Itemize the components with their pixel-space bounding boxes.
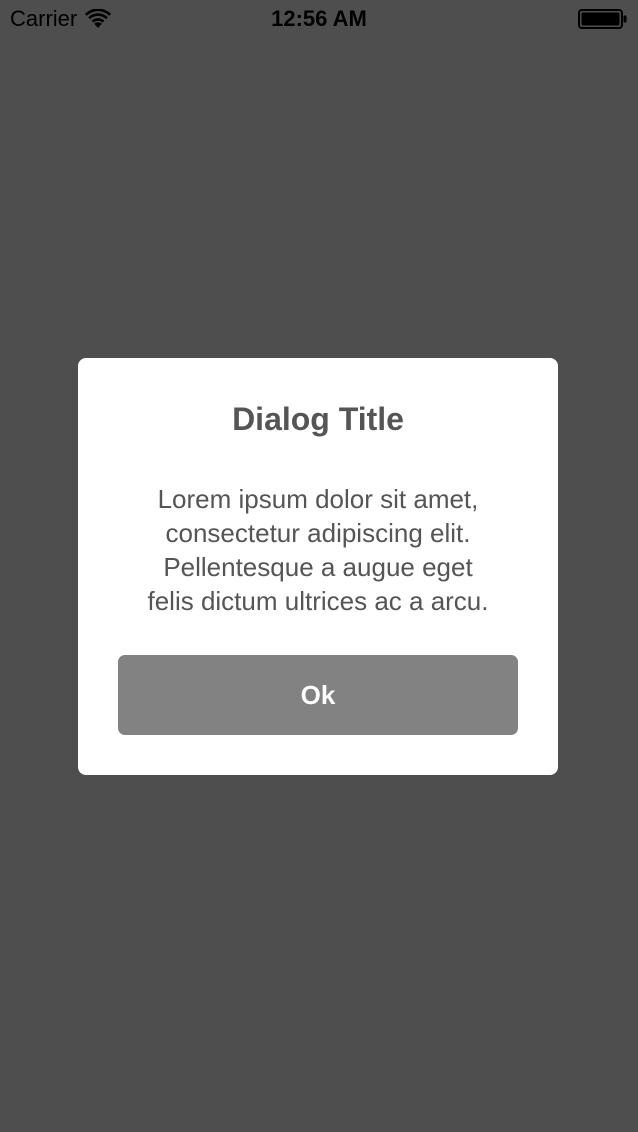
dialog-message-line: felis dictum ultrices ac a arcu. (147, 586, 489, 616)
status-time: 12:56 AM (271, 6, 367, 31)
dialog-message-line: consectetur adipiscing elit. (165, 518, 471, 548)
screen: Carrier 12:56 AM Dialog Title Lorem ipsu… (0, 0, 638, 1132)
status-bar: Carrier 12:56 AM (0, 0, 638, 40)
alert-dialog: Dialog Title Lorem ipsum dolor sit amet,… (78, 358, 558, 775)
battery-full-icon (578, 9, 628, 29)
dialog-message-line: Pellentesque a augue eget (163, 552, 473, 582)
dialog-title: Dialog Title (232, 401, 404, 437)
ok-button[interactable]: Ok (118, 655, 518, 735)
dialog-message-line: Lorem ipsum dolor sit amet, (157, 484, 479, 514)
dialog-message: Lorem ipsum dolor sit amet, consectetur … (118, 482, 518, 618)
